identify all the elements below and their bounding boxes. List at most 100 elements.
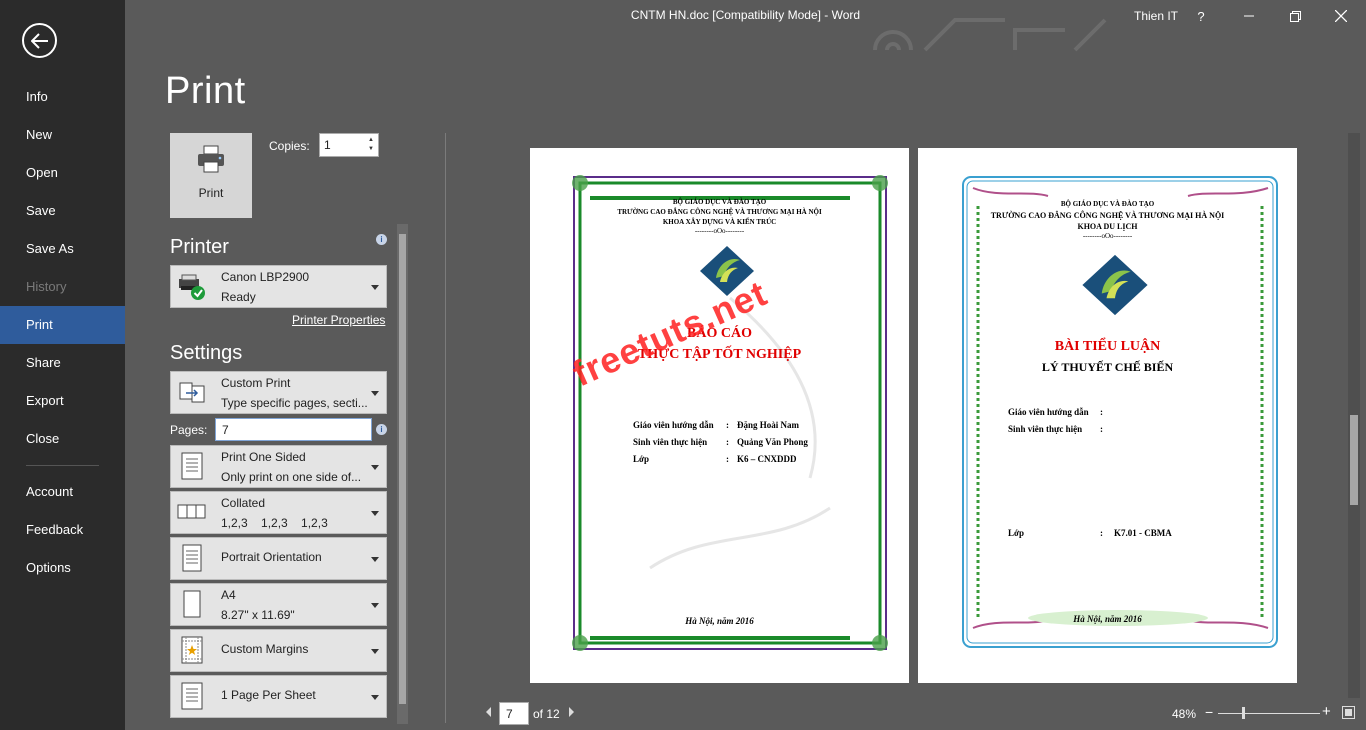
chevron-down-icon: [371, 695, 379, 700]
nav-history: History: [26, 279, 67, 294]
copies-value: 1: [324, 138, 331, 152]
nav-divider: [26, 465, 99, 466]
title-bar: CNTM HN.doc [Compatibility Mode] - Word …: [125, 0, 1366, 52]
chevron-right-icon: [569, 707, 574, 717]
pages-range-icon: [179, 382, 205, 403]
arrow-left-icon: [30, 32, 48, 49]
nav-export[interactable]: Export: [0, 382, 125, 420]
nav-new[interactable]: New: [0, 116, 125, 154]
page2-header-line2: TRƯỜNG CAO ĐẲNG CÔNG NGHỆ VÀ THƯƠNG MẠI …: [990, 211, 1225, 220]
collation-subtitle: 1,2,3 1,2,3 1,2,3: [221, 516, 328, 530]
preview-page-1: BỘ GIÁO DỤC VÀ ĐÀO TẠO TRƯỜNG CAO ĐẲNG C…: [530, 148, 909, 683]
page2-header-line1: BỘ GIÁO DỤC VÀ ĐÀO TẠO: [1060, 200, 1155, 208]
zoom-out-button[interactable]: −: [1205, 704, 1213, 720]
zoom-to-page-button[interactable]: [1342, 706, 1355, 722]
chevron-down-icon: [371, 465, 379, 470]
sides-dropdown[interactable]: Print One Sided Only print on one side o…: [170, 445, 387, 488]
minimize-button[interactable]: [1226, 0, 1272, 32]
printer-name: Canon LBP2900: [221, 270, 310, 284]
restore-button[interactable]: [1272, 0, 1318, 32]
page1-header-divider: --------oOo--------: [694, 227, 745, 235]
zoom-level[interactable]: 48%: [1172, 707, 1196, 721]
chevron-left-icon: [486, 707, 491, 717]
nav-feedback[interactable]: Feedback: [0, 511, 125, 549]
nav-account[interactable]: Account: [0, 473, 125, 511]
page2-field1-sep: :: [1100, 407, 1103, 417]
pages-per-sheet-dropdown[interactable]: 1 Page Per Sheet: [170, 675, 387, 718]
orientation-dropdown[interactable]: Portrait Orientation: [170, 537, 387, 580]
settings-scrollbar[interactable]: [397, 224, 408, 724]
page1-field1-value: Đặng Hoài Nam: [737, 420, 800, 430]
school-logo: [1082, 254, 1148, 316]
printer-properties-link[interactable]: Printer Properties: [292, 313, 385, 327]
page-per-sheet-icon: [181, 682, 203, 710]
prev-page-button[interactable]: [484, 706, 492, 721]
zoom-slider[interactable]: [1218, 713, 1320, 714]
copies-input[interactable]: 1 ▲ ▼: [319, 133, 379, 157]
portrait-icon: [182, 544, 202, 572]
print-button[interactable]: Print: [170, 133, 252, 218]
print-range-dropdown[interactable]: Custom Print Type specific pages, secti.…: [170, 371, 387, 414]
close-window-button[interactable]: [1318, 0, 1364, 32]
chevron-down-icon: [371, 603, 379, 608]
paper-icon: [183, 590, 201, 618]
settings-scroll-thumb[interactable]: [399, 234, 406, 704]
page2-field1-label: Giáo viên hướng dẫn: [1008, 407, 1089, 417]
close-icon: [1335, 10, 1347, 22]
user-name[interactable]: Thien IT: [1134, 9, 1178, 23]
nav-save-as[interactable]: Save As: [0, 230, 125, 268]
one-sided-icon: [181, 452, 203, 480]
page1-field3-value: K6 – CNXDDD: [737, 454, 797, 464]
next-page-button[interactable]: [568, 706, 576, 721]
page1-field1-label: Giáo viên hướng dẫn: [633, 420, 714, 430]
nav-save[interactable]: Save: [0, 192, 125, 230]
minimize-icon: [1244, 15, 1254, 17]
zoom-slider-thumb[interactable]: [1242, 707, 1245, 719]
pages-info-icon[interactable]: i: [376, 424, 387, 435]
nav-close[interactable]: Close: [0, 420, 125, 458]
print-range-subtitle: Type specific pages, secti...: [221, 396, 368, 410]
page1-footer: Hà Nội, năm 2016: [685, 616, 754, 626]
collation-title: Collated: [221, 496, 266, 510]
preview-page-2: BỘ GIÁO DỤC VÀ ĐÀO TẠO TRƯỜNG CAO ĐẲNG C…: [918, 148, 1297, 683]
backstage-nav: Info New Open Save Save As History Print…: [0, 78, 125, 587]
zoom-in-button[interactable]: +: [1322, 703, 1331, 720]
nav-options[interactable]: Options: [0, 549, 125, 587]
page1-field2-sep: :: [726, 437, 729, 447]
page-count: of 12: [533, 707, 560, 721]
nav-open[interactable]: Open: [0, 154, 125, 192]
chevron-down-icon: [371, 557, 379, 562]
nav-share[interactable]: Share: [0, 344, 125, 382]
backstage-sidebar: Info New Open Save Save As History Print…: [0, 0, 125, 730]
page2-header-divider: --------oOo--------: [1082, 232, 1133, 240]
chevron-down-icon: [371, 285, 379, 290]
page2-title1: BÀI TIỂU LUẬN: [1054, 339, 1161, 354]
page1-field2-label: Sinh viên thực hiện: [633, 437, 708, 447]
preview-scroll-thumb[interactable]: [1350, 415, 1358, 505]
help-button[interactable]: ?: [1178, 0, 1224, 32]
copies-spinner[interactable]: ▲ ▼: [368, 136, 376, 154]
printer-info-icon[interactable]: i: [376, 234, 387, 245]
current-page-input[interactable]: 7: [499, 702, 529, 725]
page2-title2: LÝ THUYẾT CHẾ BIẾN: [1041, 360, 1174, 374]
nav-print[interactable]: Print: [0, 306, 125, 344]
margins-dropdown[interactable]: Custom Margins: [170, 629, 387, 672]
page2-field2-sep: :: [1100, 424, 1103, 434]
nav-info[interactable]: Info: [0, 78, 125, 116]
help-icon: ?: [1197, 8, 1205, 24]
paper-size-dropdown[interactable]: A4 8.27" x 11.69": [170, 583, 387, 626]
chevron-down-icon: [371, 649, 379, 654]
back-button[interactable]: [22, 23, 57, 58]
page1-header-line1: BỘ GIÁO DỤC VÀ ĐÀO TẠO: [672, 198, 767, 206]
page1-field2-value: Quảng Văn Phong: [737, 437, 808, 447]
preview-scrollbar[interactable]: [1348, 133, 1360, 698]
restore-icon: [1289, 10, 1301, 22]
sides-subtitle: Only print on one side of...: [221, 470, 362, 484]
collated-icon: [177, 504, 206, 519]
printer-dropdown[interactable]: Canon LBP2900 Ready: [170, 265, 387, 308]
collation-dropdown[interactable]: Collated 1,2,3 1,2,3 1,2,3: [170, 491, 387, 534]
page2-field3-value: K7.01 - CBMA: [1114, 528, 1172, 538]
pages-input[interactable]: 7: [215, 418, 372, 441]
fit-page-icon: [1342, 706, 1355, 719]
page1-header-line2: TRƯỜNG CAO ĐẲNG CÔNG NGHỆ VÀ THƯƠNG MẠI …: [617, 208, 822, 216]
